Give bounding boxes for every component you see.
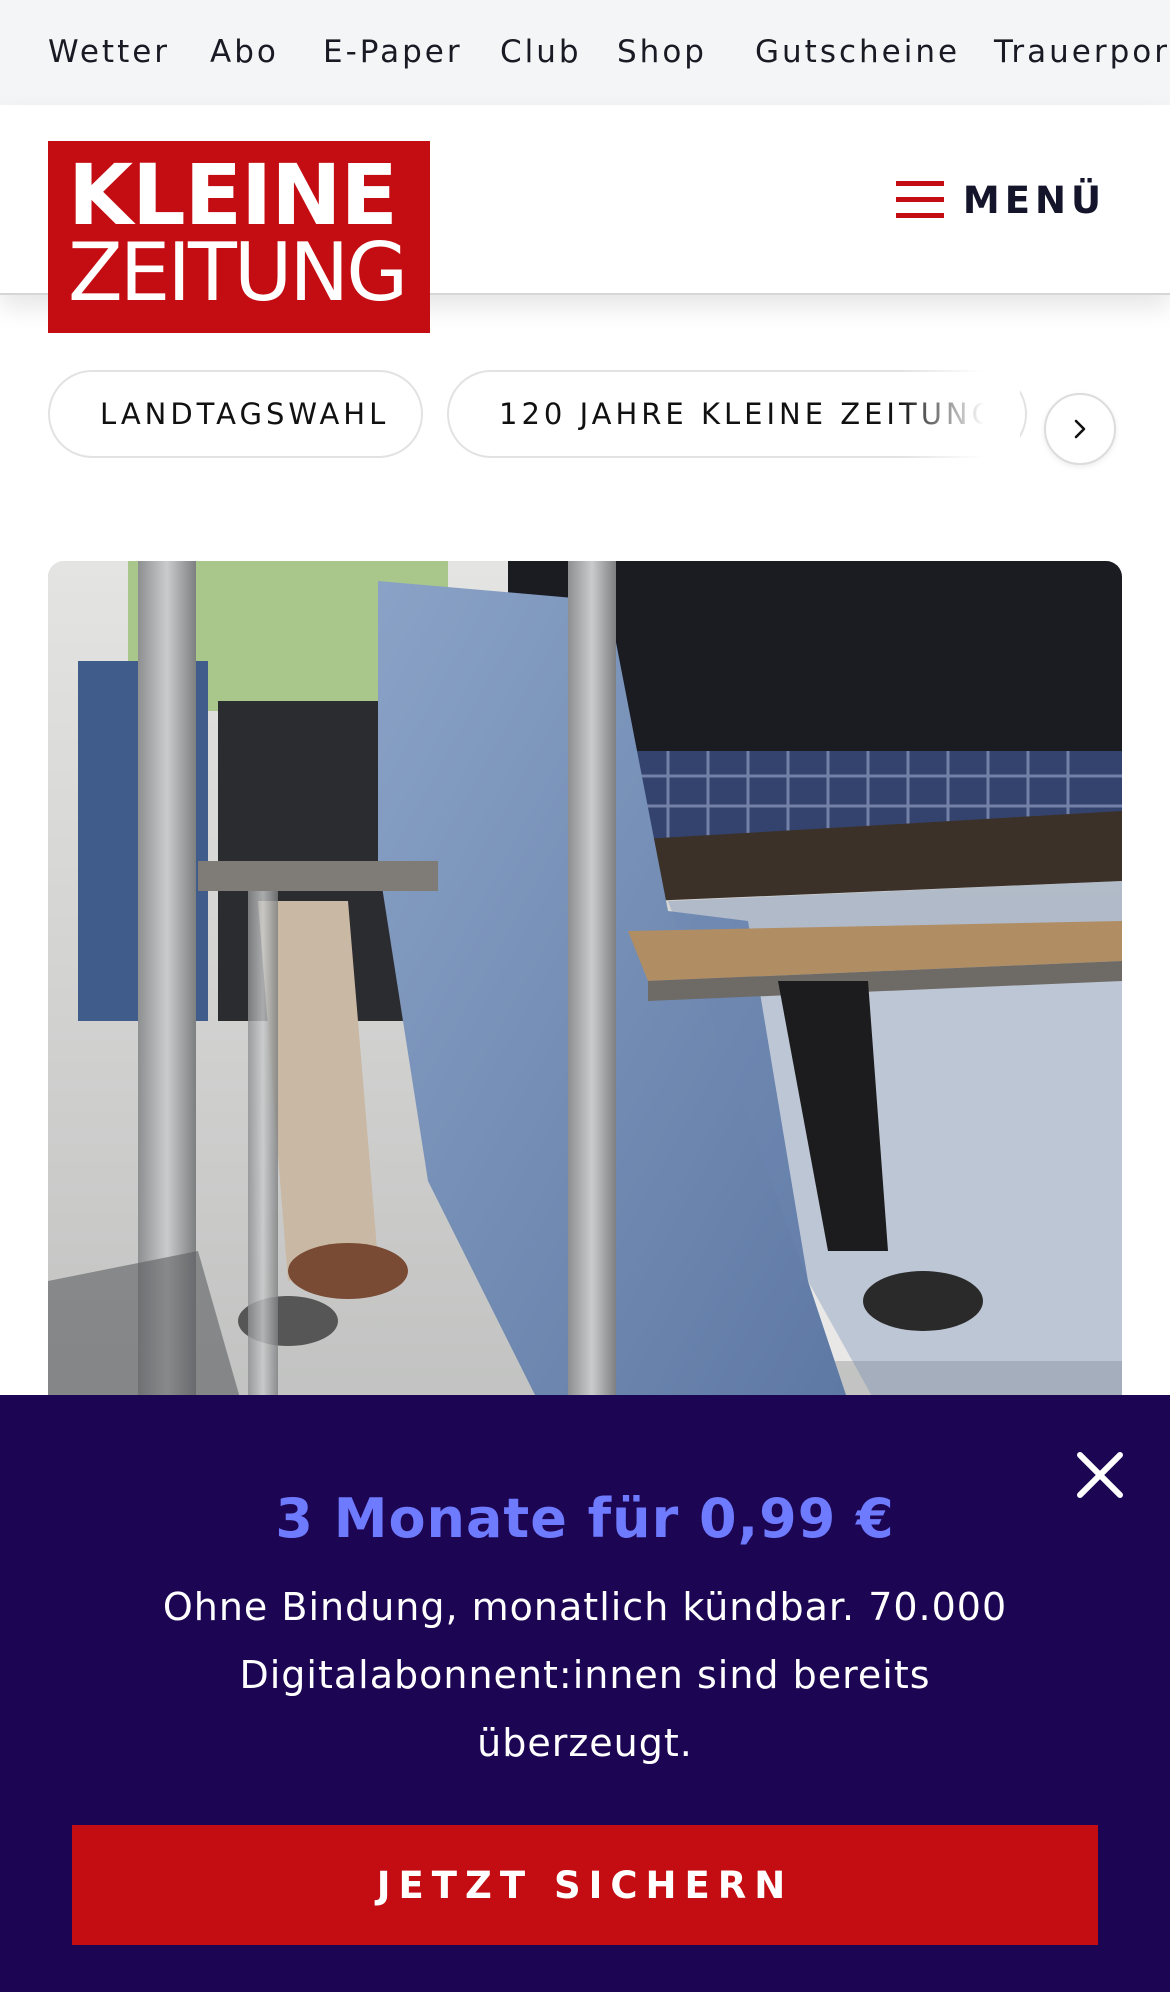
promo-headline: 3 Monate für 0,99 € [275,1487,895,1550]
topnav-link-gutscheine[interactable]: Gutscheine [755,0,960,105]
article-hero-image[interactable] [48,561,1122,1461]
menu-button[interactable]: MENÜ [896,165,1106,235]
topnav-link-abo[interactable]: Abo [210,0,279,105]
classroom-chairs-photo [48,561,1122,1461]
kleine-zeitung-logo[interactable]: KLEINE ZEITUNG [48,141,430,333]
site-header: KLEINE ZEITUNG MENÜ [0,105,1170,333]
jetzt-sichern-button[interactable]: JETZT SICHERN [72,1825,1098,1945]
topnav-link-trauerportal[interactable]: Trauerportal [994,0,1170,105]
topnav-link-epaper[interactable]: E-Paper [323,0,463,105]
topic-chips: LANDTAGSWAHL 120 JAHRE KLEINE ZEITUNG [0,365,1170,495]
chips-next-button[interactable] [1044,393,1116,465]
topnav-link-wetter[interactable]: Wetter [48,0,170,105]
topnav-link-club[interactable]: Club [500,0,582,105]
promo-description: Ohne Bindung, monatlich kündbar. 70.000 … [162,1585,1008,1765]
hamburger-icon [896,181,944,219]
chevron-right-icon [1074,419,1086,439]
subscription-promo-banner: 3 Monate für 0,99 € Ohne Bindung, monatl… [0,1395,1170,1992]
top-utility-nav: Wetter Abo E-Paper Club Shop Gutscheine … [0,0,1170,105]
topnav-link-shop[interactable]: Shop [617,0,707,105]
logo-line-1: KLEINE [68,146,398,244]
chip-scroll-fade [900,365,1020,495]
chip-landtagswahl[interactable]: LANDTAGSWAHL [48,370,423,458]
logo-line-2: ZEITUNG [68,226,408,319]
menu-label: MENÜ [962,178,1106,222]
